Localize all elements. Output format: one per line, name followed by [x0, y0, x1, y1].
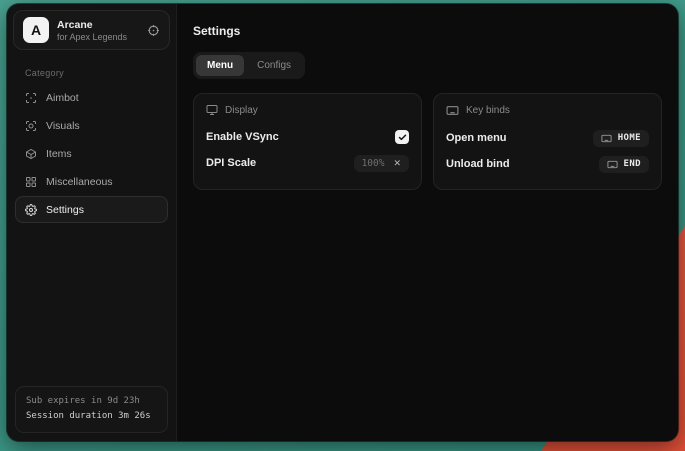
tab-menu[interactable]: Menu	[196, 55, 244, 76]
sub-expires-text: Sub expires in 9d 23h	[26, 394, 157, 410]
sidebar-item-label: Visuals	[46, 120, 80, 132]
brand-text: Arcane for Apex Legends	[57, 19, 127, 42]
vsync-row: Enable VSync	[206, 124, 409, 150]
dpi-scale-row: DPI Scale 100% ✕	[206, 150, 409, 176]
keyboard-icon	[601, 133, 612, 144]
brand-subtitle: for Apex Legends	[57, 32, 127, 42]
open-menu-row: Open menu HOME	[446, 125, 649, 151]
keybinds-card: Key binds Open menu HOME Unload bin	[433, 93, 662, 190]
sidebar-item-visuals[interactable]: Visuals	[15, 112, 168, 139]
dpi-scale-value: 100%	[362, 158, 385, 169]
gear-icon	[25, 204, 37, 216]
keyboard-icon	[607, 159, 618, 170]
dpi-scale-input[interactable]: 100% ✕	[354, 155, 409, 172]
dpi-scale-label: DPI Scale	[206, 157, 256, 169]
sidebar-item-settings[interactable]: Settings	[15, 196, 168, 223]
sidebar-item-label: Miscellaneous	[46, 176, 113, 188]
brand-header: A Arcane for Apex Legends	[13, 10, 170, 50]
sidebar: A Arcane for Apex Legends Category	[7, 4, 177, 441]
box-icon	[25, 148, 37, 160]
vsync-checkbox[interactable]	[395, 130, 409, 144]
open-menu-keybind-button[interactable]: HOME	[593, 130, 649, 147]
target-icon[interactable]	[147, 24, 160, 37]
open-menu-key: HOME	[618, 133, 641, 143]
page-title: Settings	[193, 24, 662, 38]
sidebar-item-label: Items	[46, 148, 72, 160]
eye-scan-icon	[25, 120, 37, 132]
subscription-status-card: Sub expires in 9d 23h Session duration 3…	[15, 386, 168, 434]
tab-bar: Menu Configs	[193, 52, 305, 79]
clear-icon[interactable]: ✕	[393, 159, 401, 168]
open-menu-label: Open menu	[446, 132, 507, 144]
main-content: Settings Menu Configs Display Enable VSy…	[177, 4, 678, 441]
keyboard-icon	[446, 104, 459, 117]
sidebar-item-aimbot[interactable]: Aimbot	[15, 84, 168, 111]
sidebar-item-items[interactable]: Items	[15, 140, 168, 167]
display-card: Display Enable VSync DPI Scale 100% ✕	[193, 93, 422, 190]
vsync-label: Enable VSync	[206, 131, 279, 143]
display-card-title: Display	[225, 105, 258, 116]
check-icon	[398, 133, 407, 142]
grid-icon	[25, 176, 37, 188]
keybinds-card-header: Key binds	[446, 104, 649, 117]
sidebar-item-label: Settings	[46, 204, 84, 216]
sidebar-nav: Aimbot Visuals Items	[7, 84, 176, 223]
monitor-icon	[206, 104, 218, 116]
brand-name: Arcane	[57, 19, 127, 31]
tab-configs[interactable]: Configs	[246, 55, 302, 76]
brand-logo: A	[23, 17, 49, 43]
display-card-header: Display	[206, 104, 409, 116]
crosshair-icon	[25, 92, 37, 104]
unload-bind-key: END	[624, 159, 641, 169]
category-label: Category	[25, 68, 176, 78]
keybinds-card-title: Key binds	[466, 105, 510, 116]
unload-bind-keybind-button[interactable]: END	[599, 156, 649, 173]
unload-bind-label: Unload bind	[446, 158, 510, 170]
sidebar-item-miscellaneous[interactable]: Miscellaneous	[15, 168, 168, 195]
session-duration-text: Session duration 3m 26s	[26, 409, 157, 425]
settings-cards: Display Enable VSync DPI Scale 100% ✕	[193, 93, 662, 190]
sidebar-item-label: Aimbot	[46, 92, 79, 104]
cheat-menu-window: A Arcane for Apex Legends Category	[7, 4, 678, 441]
unload-bind-row: Unload bind END	[446, 151, 649, 177]
